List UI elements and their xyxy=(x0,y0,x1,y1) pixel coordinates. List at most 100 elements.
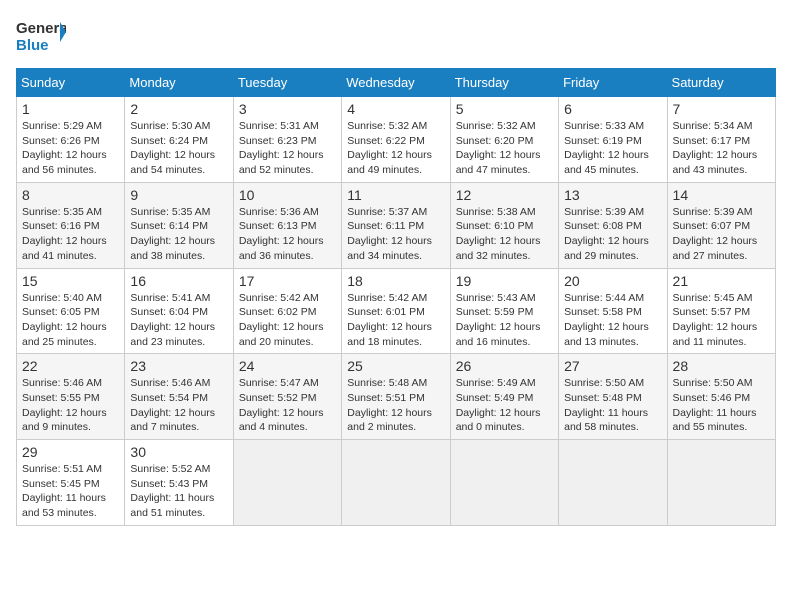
day-number: 28 xyxy=(673,358,770,374)
calendar-cell: 28 Sunrise: 5:50 AM Sunset: 5:46 PM Dayli… xyxy=(667,354,775,440)
day-number: 27 xyxy=(564,358,661,374)
calendar-cell: 11 Sunrise: 5:37 AM Sunset: 6:11 PM Dayli… xyxy=(342,182,450,268)
calendar-cell: 14 Sunrise: 5:39 AM Sunset: 6:07 PM Dayli… xyxy=(667,182,775,268)
day-number: 21 xyxy=(673,273,770,289)
day-info: Sunrise: 5:33 AM Sunset: 6:19 PM Dayligh… xyxy=(564,119,661,178)
calendar-cell: 3 Sunrise: 5:31 AM Sunset: 6:23 PM Daylig… xyxy=(233,97,341,183)
day-info: Sunrise: 5:29 AM Sunset: 6:26 PM Dayligh… xyxy=(22,119,119,178)
weekday-header-row: SundayMondayTuesdayWednesdayThursdayFrid… xyxy=(17,69,776,97)
calendar-cell: 1 Sunrise: 5:29 AM Sunset: 6:26 PM Daylig… xyxy=(17,97,125,183)
day-number: 7 xyxy=(673,101,770,117)
weekday-header-tuesday: Tuesday xyxy=(233,69,341,97)
calendar-cell: 25 Sunrise: 5:48 AM Sunset: 5:51 PM Dayli… xyxy=(342,354,450,440)
day-number: 23 xyxy=(130,358,227,374)
weekday-header-sunday: Sunday xyxy=(17,69,125,97)
calendar-cell: 12 Sunrise: 5:38 AM Sunset: 6:10 PM Dayli… xyxy=(450,182,558,268)
weekday-header-thursday: Thursday xyxy=(450,69,558,97)
day-number: 8 xyxy=(22,187,119,203)
calendar-cell: 7 Sunrise: 5:34 AM Sunset: 6:17 PM Daylig… xyxy=(667,97,775,183)
svg-text:General: General xyxy=(16,20,66,37)
day-info: Sunrise: 5:50 AM Sunset: 5:46 PM Dayligh… xyxy=(673,376,770,435)
day-number: 10 xyxy=(239,187,336,203)
day-number: 5 xyxy=(456,101,553,117)
weekday-header-friday: Friday xyxy=(559,69,667,97)
day-info: Sunrise: 5:36 AM Sunset: 6:13 PM Dayligh… xyxy=(239,205,336,264)
day-info: Sunrise: 5:32 AM Sunset: 6:20 PM Dayligh… xyxy=(456,119,553,178)
day-number: 12 xyxy=(456,187,553,203)
day-number: 15 xyxy=(22,273,119,289)
day-info: Sunrise: 5:52 AM Sunset: 5:43 PM Dayligh… xyxy=(130,462,227,521)
day-number: 6 xyxy=(564,101,661,117)
day-info: Sunrise: 5:47 AM Sunset: 5:52 PM Dayligh… xyxy=(239,376,336,435)
calendar-cell: 10 Sunrise: 5:36 AM Sunset: 6:13 PM Dayli… xyxy=(233,182,341,268)
day-info: Sunrise: 5:42 AM Sunset: 6:01 PM Dayligh… xyxy=(347,291,444,350)
calendar-cell: 20 Sunrise: 5:44 AM Sunset: 5:58 PM Dayli… xyxy=(559,268,667,354)
day-info: Sunrise: 5:44 AM Sunset: 5:58 PM Dayligh… xyxy=(564,291,661,350)
logo-svg: General Blue xyxy=(16,16,66,56)
day-number: 4 xyxy=(347,101,444,117)
calendar-cell: 4Sunrise: 5:32 AM Sunset: 6:22 PM Daylig… xyxy=(342,97,450,183)
calendar-cell: 16Sunrise: 5:41 AM Sunset: 6:04 PM Dayli… xyxy=(125,268,233,354)
calendar-cell: 17Sunrise: 5:42 AM Sunset: 6:02 PM Dayli… xyxy=(233,268,341,354)
day-number: 3 xyxy=(239,101,336,117)
day-info: Sunrise: 5:48 AM Sunset: 5:51 PM Dayligh… xyxy=(347,376,444,435)
calendar-week-1: 1 Sunrise: 5:29 AM Sunset: 6:26 PM Daylig… xyxy=(17,97,776,183)
calendar-week-2: 8 Sunrise: 5:35 AM Sunset: 6:16 PM Daylig… xyxy=(17,182,776,268)
day-info: Sunrise: 5:39 AM Sunset: 6:07 PM Dayligh… xyxy=(673,205,770,264)
calendar-cell xyxy=(667,440,775,526)
day-info: Sunrise: 5:40 AM Sunset: 6:05 PM Dayligh… xyxy=(22,291,119,350)
day-info: Sunrise: 5:50 AM Sunset: 5:48 PM Dayligh… xyxy=(564,376,661,435)
calendar-week-3: 15 Sunrise: 5:40 AM Sunset: 6:05 PM Dayli… xyxy=(17,268,776,354)
logo: General Blue xyxy=(16,16,66,56)
calendar-cell: 29Sunrise: 5:51 AM Sunset: 5:45 PM Dayli… xyxy=(17,440,125,526)
day-info: Sunrise: 5:46 AM Sunset: 5:54 PM Dayligh… xyxy=(130,376,227,435)
day-number: 19 xyxy=(456,273,553,289)
weekday-header-wednesday: Wednesday xyxy=(342,69,450,97)
day-number: 22 xyxy=(22,358,119,374)
day-number: 1 xyxy=(22,101,119,117)
day-number: 26 xyxy=(456,358,553,374)
calendar-cell: 26 Sunrise: 5:49 AM Sunset: 5:49 PM Dayli… xyxy=(450,354,558,440)
day-info: Sunrise: 5:45 AM Sunset: 5:57 PM Dayligh… xyxy=(673,291,770,350)
day-info: Sunrise: 5:35 AM Sunset: 6:14 PM Dayligh… xyxy=(130,205,227,264)
day-number: 20 xyxy=(564,273,661,289)
day-number: 11 xyxy=(347,187,444,203)
day-info: Sunrise: 5:34 AM Sunset: 6:17 PM Dayligh… xyxy=(673,119,770,178)
calendar-cell: 13 Sunrise: 5:39 AM Sunset: 6:08 PM Dayli… xyxy=(559,182,667,268)
calendar-table: SundayMondayTuesdayWednesdayThursdayFrid… xyxy=(16,68,776,526)
day-number: 13 xyxy=(564,187,661,203)
calendar-cell: 15 Sunrise: 5:40 AM Sunset: 6:05 PM Dayli… xyxy=(17,268,125,354)
day-info: Sunrise: 5:49 AM Sunset: 5:49 PM Dayligh… xyxy=(456,376,553,435)
calendar-cell: 24 Sunrise: 5:47 AM Sunset: 5:52 PM Dayli… xyxy=(233,354,341,440)
day-number: 25 xyxy=(347,358,444,374)
day-number: 24 xyxy=(239,358,336,374)
day-info: Sunrise: 5:42 AM Sunset: 6:02 PM Dayligh… xyxy=(239,291,336,350)
day-info: Sunrise: 5:46 AM Sunset: 5:55 PM Dayligh… xyxy=(22,376,119,435)
day-info: Sunrise: 5:35 AM Sunset: 6:16 PM Dayligh… xyxy=(22,205,119,264)
calendar-cell xyxy=(559,440,667,526)
day-number: 18 xyxy=(347,273,444,289)
calendar-cell: 6 Sunrise: 5:33 AM Sunset: 6:19 PM Daylig… xyxy=(559,97,667,183)
calendar-cell: 23 Sunrise: 5:46 AM Sunset: 5:54 PM Dayli… xyxy=(125,354,233,440)
calendar-cell: 2Sunrise: 5:30 AM Sunset: 6:24 PM Daylig… xyxy=(125,97,233,183)
calendar-cell: 21 Sunrise: 5:45 AM Sunset: 5:57 PM Dayli… xyxy=(667,268,775,354)
calendar-cell: 9Sunrise: 5:35 AM Sunset: 6:14 PM Daylig… xyxy=(125,182,233,268)
day-info: Sunrise: 5:37 AM Sunset: 6:11 PM Dayligh… xyxy=(347,205,444,264)
calendar-week-4: 22 Sunrise: 5:46 AM Sunset: 5:55 PM Dayli… xyxy=(17,354,776,440)
day-info: Sunrise: 5:30 AM Sunset: 6:24 PM Dayligh… xyxy=(130,119,227,178)
day-info: Sunrise: 5:31 AM Sunset: 6:23 PM Dayligh… xyxy=(239,119,336,178)
calendar-cell xyxy=(450,440,558,526)
day-info: Sunrise: 5:38 AM Sunset: 6:10 PM Dayligh… xyxy=(456,205,553,264)
calendar-cell xyxy=(233,440,341,526)
day-info: Sunrise: 5:51 AM Sunset: 5:45 PM Dayligh… xyxy=(22,462,119,521)
day-number: 16 xyxy=(130,273,227,289)
day-number: 30 xyxy=(130,444,227,460)
day-number: 14 xyxy=(673,187,770,203)
calendar-cell xyxy=(342,440,450,526)
day-info: Sunrise: 5:39 AM Sunset: 6:08 PM Dayligh… xyxy=(564,205,661,264)
calendar-cell: 5 Sunrise: 5:32 AM Sunset: 6:20 PM Daylig… xyxy=(450,97,558,183)
calendar-cell: 18 Sunrise: 5:42 AM Sunset: 6:01 PM Dayli… xyxy=(342,268,450,354)
calendar-cell: 30 Sunrise: 5:52 AM Sunset: 5:43 PM Dayli… xyxy=(125,440,233,526)
day-info: Sunrise: 5:43 AM Sunset: 5:59 PM Dayligh… xyxy=(456,291,553,350)
calendar-week-5: 29Sunrise: 5:51 AM Sunset: 5:45 PM Dayli… xyxy=(17,440,776,526)
